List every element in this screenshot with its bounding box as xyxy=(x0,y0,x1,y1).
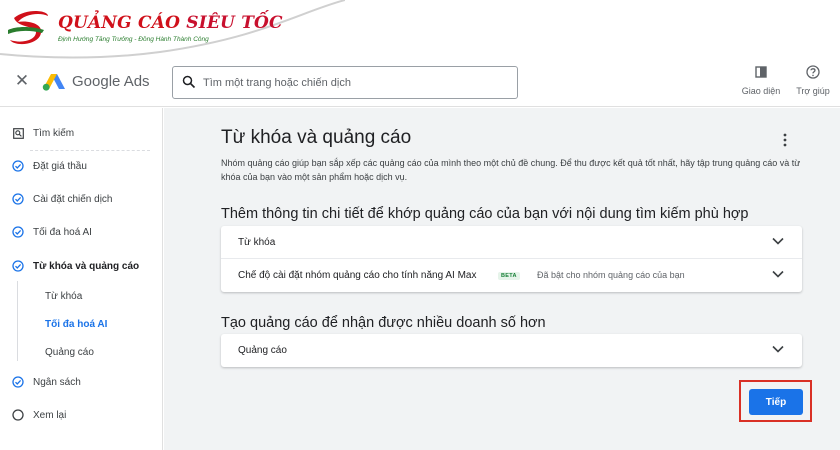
ai-max-status: Đã bật cho nhóm quảng cáo của bạn xyxy=(537,270,685,280)
page-description: Nhóm quảng cáo giúp bạn sắp xếp các quản… xyxy=(221,158,801,182)
watermark-title-part2: SIÊU TỐC xyxy=(186,13,283,33)
search-input[interactable] xyxy=(203,73,503,93)
sidebar-substep-line xyxy=(17,281,18,361)
beta-badge: BETA xyxy=(498,272,520,280)
sidebar-item-budget[interactable]: Ngân sách xyxy=(12,373,81,391)
ads-card: Quảng cáo xyxy=(221,334,802,367)
appearance-button[interactable]: Giao diện xyxy=(740,65,782,96)
google-ads-logo-icon xyxy=(42,74,65,91)
sidebar-item-label: Đặt giá thầu xyxy=(33,160,87,172)
help-label: Trợ giúp xyxy=(796,86,830,96)
watermark-title-part1: QUẢNG CÁO xyxy=(58,13,181,33)
chevron-down-icon[interactable] xyxy=(772,237,784,245)
search-icon xyxy=(182,75,196,89)
check-circle-icon xyxy=(12,260,24,272)
appearance-icon xyxy=(755,66,767,78)
sidebar-item-review[interactable]: Xem lại xyxy=(12,406,66,424)
sidebar-item-label: Ngân sách xyxy=(33,376,81,388)
sidebar-item-label: Xem lại xyxy=(33,409,67,421)
watermark-subtitle: Định Hướng Tăng Trưởng - Đồng Hành Thành… xyxy=(58,36,209,43)
check-circle-icon xyxy=(12,193,24,205)
chevron-down-icon[interactable] xyxy=(772,345,784,353)
check-circle-icon xyxy=(12,160,24,172)
page-title: Từ khóa và quảng cáo xyxy=(221,127,412,148)
sidebar-item-keywords-ads[interactable]: Từ khóa và quảng cáo xyxy=(12,257,139,275)
more-vert-icon[interactable] xyxy=(780,132,790,148)
details-card: Từ khóa Chế độ cài đặt nhóm quảng cáo ch… xyxy=(221,226,802,292)
app-name: Google Ads xyxy=(72,73,150,90)
ai-max-row[interactable]: Chế độ cài đặt nhóm quảng cáo cho tính n… xyxy=(221,259,802,292)
sidebar-item-label: Từ khóa và quảng cáo xyxy=(33,260,140,272)
sidebar-item-bidding[interactable]: Đặt giá thầu xyxy=(12,157,87,175)
appearance-label: Giao diện xyxy=(741,86,781,96)
sidebar-divider xyxy=(30,150,150,151)
watermark-title: QUẢNG CÁO SIÊU TỐC xyxy=(58,13,283,33)
sidebar-subitem-ai-max[interactable]: Tối đa hoá AI xyxy=(45,319,107,330)
close-icon[interactable]: ✕ xyxy=(14,72,30,89)
sidebar-subitem-ads[interactable]: Quảng cáo xyxy=(45,347,94,358)
empty-circle-icon xyxy=(12,409,24,421)
search-page-icon xyxy=(12,127,24,139)
check-circle-icon xyxy=(12,226,24,238)
sidebar: Tìm kiếm Đặt giá thầu Cài đặt chiến dịch… xyxy=(0,108,163,450)
sidebar-item-label: Tối đa hoá AI xyxy=(33,226,92,238)
main-content: Từ khóa và quảng cáo Nhóm quảng cáo giúp… xyxy=(164,108,840,450)
next-button[interactable]: Tiếp xyxy=(749,389,803,415)
ai-max-row-label: Chế độ cài đặt nhóm quảng cáo cho tính n… xyxy=(238,270,477,281)
section-title-ads: Tạo quảng cáo để nhận được nhiều doanh s… xyxy=(221,315,546,331)
watermark-logo: QUẢNG CÁO SIÊU TỐC Định Hướng Tăng Trưởn… xyxy=(0,0,345,60)
keywords-row-label: Từ khóa xyxy=(238,237,276,248)
sidebar-item-campaign-settings[interactable]: Cài đặt chiến dịch xyxy=(12,190,113,208)
check-circle-icon xyxy=(12,376,24,388)
help-icon xyxy=(806,65,820,79)
sidebar-search-label: Tìm kiếm xyxy=(33,127,75,139)
chevron-down-icon[interactable] xyxy=(772,270,784,278)
sidebar-item-ai-max[interactable]: Tối đa hoá AI xyxy=(12,223,92,241)
ads-row[interactable]: Quảng cáo xyxy=(221,334,802,367)
keywords-row[interactable]: Từ khóa xyxy=(221,226,802,259)
sidebar-subitem-keywords[interactable]: Từ khóa xyxy=(45,291,82,302)
sidebar-item-label: Cài đặt chiến dịch xyxy=(33,193,113,205)
search-box[interactable] xyxy=(172,66,518,99)
help-button[interactable]: Trợ giúp xyxy=(793,65,833,96)
section-title-details: Thêm thông tin chi tiết để khớp quảng cá… xyxy=(221,206,749,222)
top-bar: ✕ Google Ads Giao diện Trợ giúp xyxy=(0,55,840,107)
ads-row-label: Quảng cáo xyxy=(238,345,287,356)
sidebar-search[interactable]: Tìm kiếm xyxy=(12,124,74,142)
